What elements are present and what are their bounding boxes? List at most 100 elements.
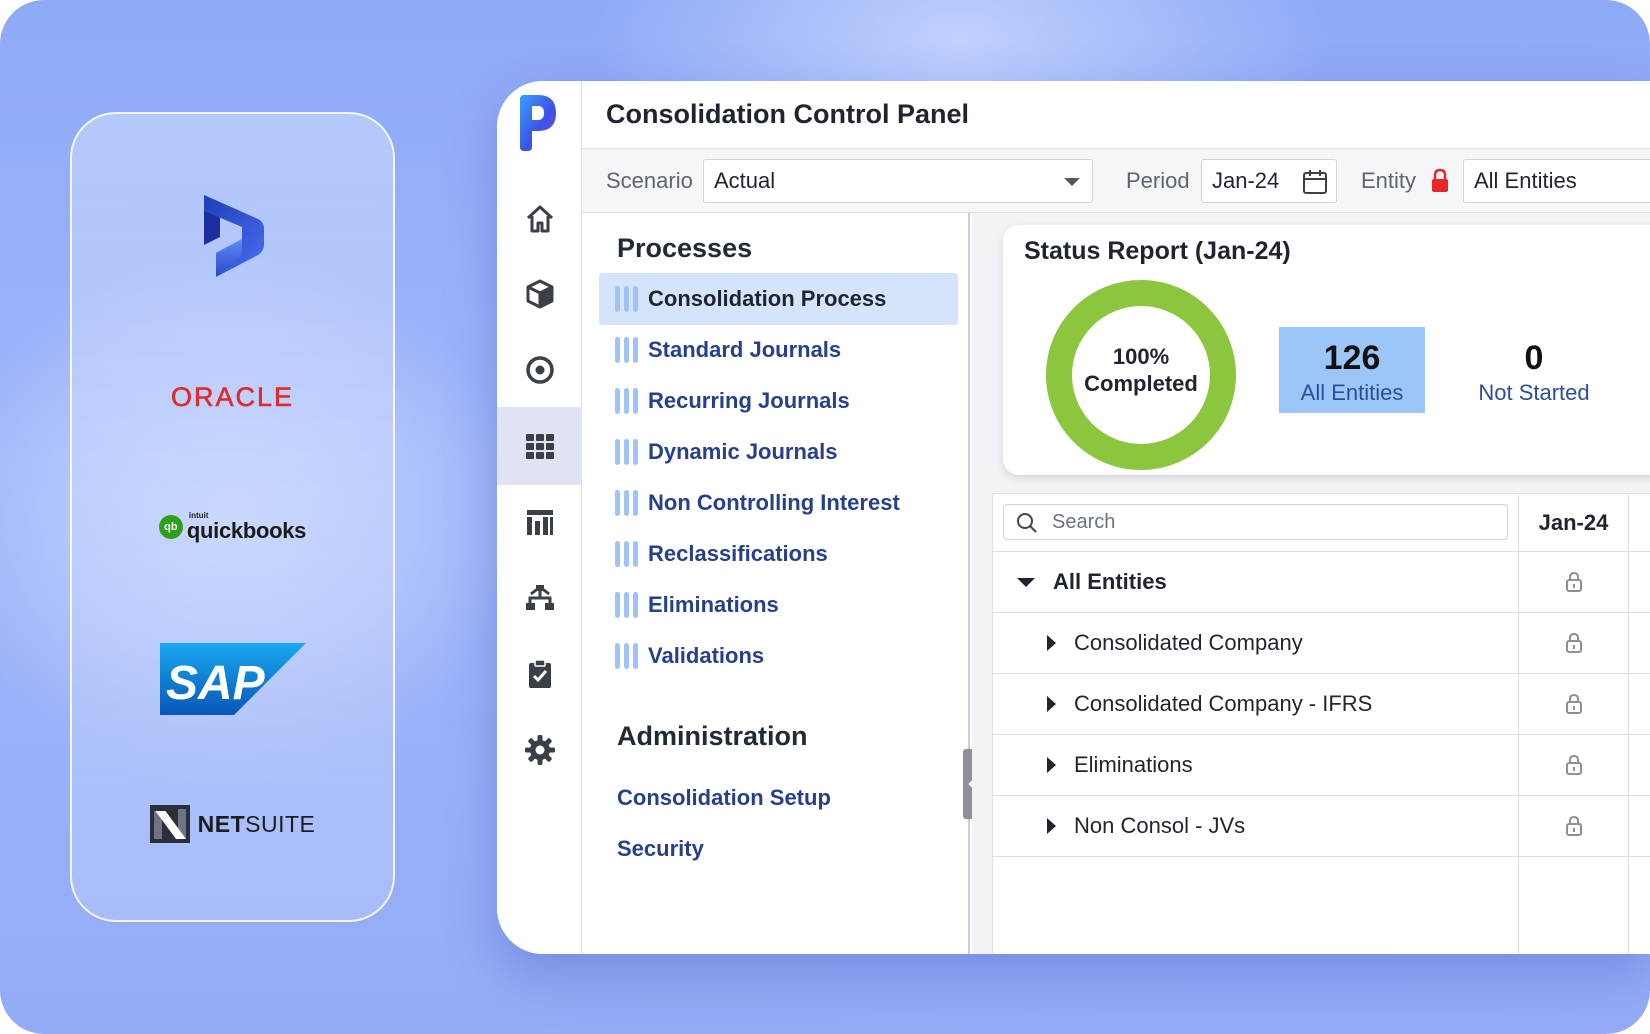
- target-icon: [525, 356, 554, 384]
- table-row[interactable]: Eliminations: [993, 735, 1650, 796]
- dynamics-logo: [72, 186, 393, 286]
- stat-tile-not-started[interactable]: 0 Not Started: [1459, 327, 1609, 413]
- stat-value: 0: [1524, 339, 1544, 377]
- caret-right-icon[interactable]: [1047, 818, 1056, 834]
- nav-settings[interactable]: [497, 711, 582, 789]
- stat-label: All Entities: [1300, 380, 1404, 405]
- app-logo[interactable]: [516, 93, 560, 153]
- filter-bar: Scenario Actual Period Jan-24 Entity All…: [582, 149, 1650, 213]
- table-row[interactable]: Non Consol - JVs: [993, 796, 1650, 857]
- nav-tasks[interactable]: [497, 635, 582, 713]
- nav-target[interactable]: [497, 331, 582, 409]
- process-item-dynamic-journals[interactable]: Dynamic Journals: [599, 426, 958, 478]
- bars-icon: [615, 286, 638, 312]
- netsuite-logo: NETSUITE: [72, 799, 393, 849]
- process-item-validations[interactable]: Validations: [599, 630, 958, 682]
- background-stage: ORACLE qb intuit quickbooks SAP NETSUITE…: [0, 0, 1650, 1034]
- search-icon: [1017, 513, 1037, 533]
- consolidation-setup-link[interactable]: Consolidation Setup: [617, 785, 831, 811]
- entity-grid: Search Jan-24 All Entities Consolidated …: [992, 493, 1650, 954]
- lock-icon: [1565, 815, 1582, 836]
- column-header-period[interactable]: Jan-24: [1519, 494, 1628, 552]
- lock-cell[interactable]: [1519, 552, 1628, 612]
- period-picker[interactable]: Jan-24: [1201, 159, 1337, 203]
- row-label: All Entities: [1017, 552, 1167, 612]
- grid-icon: [525, 434, 554, 459]
- process-item-standard-journals[interactable]: Standard Journals: [599, 324, 958, 376]
- chevron-down-icon: [1064, 178, 1080, 186]
- nav-cube[interactable]: [497, 255, 582, 333]
- entity-name: Non Consol - JVs: [1074, 813, 1246, 838]
- caret-right-icon[interactable]: [1047, 757, 1056, 773]
- bars-icon: [615, 439, 638, 465]
- nav-grid[interactable]: [497, 407, 582, 485]
- row-label: Consolidated Company: [1047, 613, 1303, 673]
- bars-icon: [615, 592, 638, 618]
- netsuite-suffix: SUITE: [245, 810, 316, 837]
- table-row[interactable]: All Entities: [993, 552, 1650, 613]
- app-window: Consolidation Control Panel Scenario Act…: [497, 81, 1650, 954]
- process-item-recurring-journals[interactable]: Recurring Journals: [599, 375, 958, 427]
- entity-value: All Entities: [1474, 168, 1577, 193]
- process-label: Dynamic Journals: [648, 439, 838, 464]
- grid-header: Search Jan-24: [993, 494, 1650, 552]
- lock-icon: [1565, 693, 1582, 714]
- scenario-select[interactable]: Actual: [703, 159, 1093, 203]
- process-label: Recurring Journals: [648, 388, 850, 413]
- bars-icon: [615, 541, 638, 567]
- stat-tile-all-entities[interactable]: 126 All Entities: [1279, 327, 1425, 413]
- netsuite-prefix: NET: [197, 810, 246, 837]
- cube-icon: [526, 279, 553, 309]
- donut-label: 100% Completed: [1045, 343, 1237, 397]
- table-row[interactable]: Consolidated Company - IFRS: [993, 674, 1650, 735]
- stat-label: Not Started: [1478, 380, 1590, 405]
- search-placeholder: Search: [1052, 510, 1116, 533]
- process-item-nci[interactable]: Non Controlling Interest: [599, 477, 958, 529]
- lock-cell[interactable]: [1519, 674, 1628, 734]
- bars-icon: [615, 643, 638, 669]
- clipboard-check-icon: [528, 659, 551, 688]
- process-label: Consolidation Process: [648, 286, 887, 311]
- nav-rail: [497, 81, 582, 954]
- nav-hierarchy[interactable]: [497, 559, 582, 637]
- entity-name: Consolidated Company: [1074, 630, 1303, 655]
- page-title: Consolidation Control Panel: [606, 99, 969, 129]
- quickbooks-logo: qb intuit quickbooks: [72, 502, 393, 552]
- caret-right-icon[interactable]: [1047, 635, 1056, 651]
- bars-icon: [615, 388, 638, 414]
- scenario-label: Scenario: [606, 168, 693, 193]
- lock-cell[interactable]: [1519, 796, 1628, 856]
- process-label: Reclassifications: [648, 541, 828, 566]
- entity-name: Consolidated Company - IFRS: [1074, 691, 1373, 716]
- lock-icon[interactable]: [1430, 168, 1450, 194]
- sap-logo: SAP: [72, 639, 393, 719]
- report-icon: [526, 510, 553, 535]
- nav-home[interactable]: [497, 180, 582, 258]
- process-label: Eliminations: [648, 592, 779, 617]
- security-link[interactable]: Security: [617, 836, 704, 862]
- calendar-icon[interactable]: [1302, 169, 1328, 195]
- caret-right-icon[interactable]: [1047, 696, 1056, 712]
- completion-percent: 100%: [1112, 344, 1170, 369]
- app-header: Consolidation Control Panel: [582, 81, 1650, 149]
- search-input[interactable]: Search: [1003, 504, 1508, 540]
- caret-down-icon[interactable]: [1017, 577, 1035, 587]
- lock-icon: [1565, 571, 1582, 592]
- completion-label: Completed: [1084, 371, 1198, 396]
- lock-cell[interactable]: [1519, 613, 1628, 673]
- entity-name: Eliminations: [1074, 752, 1193, 777]
- bars-icon: [615, 337, 638, 363]
- nav-reports[interactable]: [497, 483, 582, 561]
- lock-cell[interactable]: [1519, 735, 1628, 795]
- lock-icon: [1565, 632, 1582, 653]
- process-item-consolidation[interactable]: Consolidation Process: [599, 273, 958, 325]
- status-area: Status Report (Jan-24) 100% Completed 12…: [972, 213, 1650, 954]
- entity-select[interactable]: All Entities: [1463, 159, 1650, 203]
- process-item-reclassifications[interactable]: Reclassifications: [599, 528, 958, 580]
- quickbooks-label: quickbooks: [186, 518, 307, 543]
- process-item-eliminations[interactable]: Eliminations: [599, 579, 958, 631]
- lock-icon: [1565, 754, 1582, 775]
- table-row[interactable]: Consolidated Company: [993, 613, 1650, 674]
- integrations-card: ORACLE qb intuit quickbooks SAP NETSUITE: [70, 112, 395, 922]
- entity-name: All Entities: [1053, 569, 1167, 594]
